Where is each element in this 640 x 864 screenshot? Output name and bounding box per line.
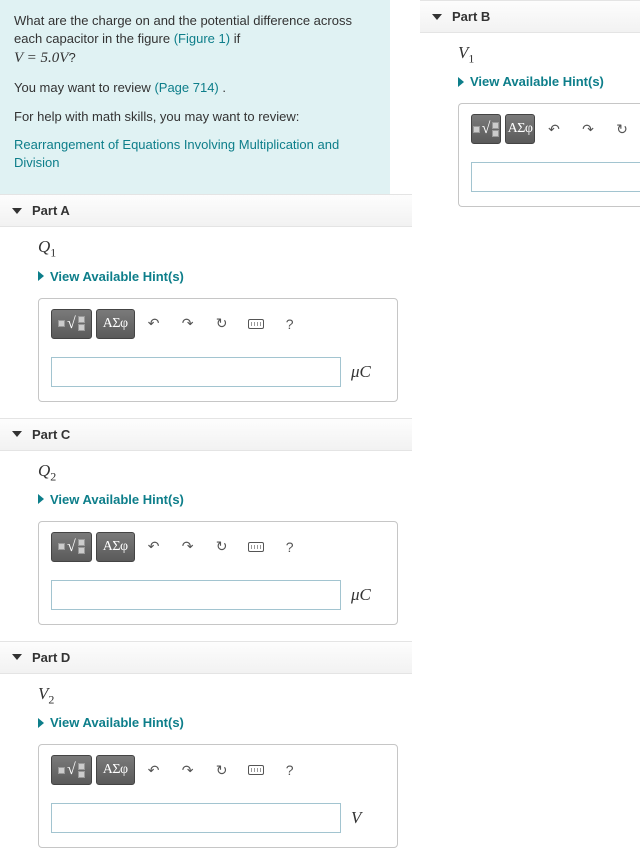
hints-toggle-d[interactable]: View Available Hint(s) (38, 715, 412, 730)
part-b-column: Part B V1 View Available Hint(s) √ ΑΣφ ↶… (420, 0, 640, 223)
toolbar-b: √ ΑΣφ ↶ ↷ ↻ (471, 114, 640, 144)
caret-down-icon (432, 14, 442, 20)
refresh-button[interactable]: ↻ (607, 114, 637, 144)
part-b-title: Part B (452, 9, 490, 24)
intro-equation: V = 5.0V (14, 50, 68, 66)
toolbar-a: √ ΑΣφ ↶ ↷ ↻ ? (51, 309, 385, 339)
undo-button[interactable]: ↶ (139, 755, 169, 785)
triangle-right-icon (38, 494, 44, 504)
keyboard-icon (248, 542, 264, 552)
part-a-variable: Q1 (38, 237, 412, 260)
part-d-body: V2 View Available Hint(s) √ ΑΣφ ↶ ↷ ↻ ? … (0, 674, 412, 864)
part-c-title: Part C (32, 427, 70, 442)
greek-button[interactable]: ΑΣφ (96, 532, 135, 562)
help-button[interactable]: ? (275, 755, 305, 785)
redo-button[interactable]: ↷ (173, 755, 203, 785)
triangle-right-icon (38, 271, 44, 281)
part-a-column: Part A Q1 View Available Hint(s) √ ΑΣφ ↶… (0, 194, 412, 417)
greek-button[interactable]: ΑΣφ (96, 755, 135, 785)
refresh-button[interactable]: ↻ (207, 755, 237, 785)
answer-box-d: √ ΑΣφ ↶ ↷ ↻ ? V (38, 744, 398, 848)
undo-button[interactable]: ↶ (139, 532, 169, 562)
intro-line1: What are the charge on and the potential… (14, 12, 376, 69)
greek-button[interactable]: ΑΣφ (96, 309, 135, 339)
part-d-title: Part D (32, 650, 70, 665)
part-b-body: V1 View Available Hint(s) √ ΑΣφ ↶ ↷ ↻ (420, 33, 640, 223)
keyboard-icon (248, 765, 264, 775)
hints-toggle-c[interactable]: View Available Hint(s) (38, 492, 412, 507)
caret-down-icon (12, 431, 22, 437)
part-c-header[interactable]: Part C (0, 418, 412, 451)
hints-label: View Available Hint(s) (470, 74, 604, 89)
hints-toggle-b[interactable]: View Available Hint(s) (458, 74, 640, 89)
part-d-column: Part D V2 View Available Hint(s) √ ΑΣφ ↶… (0, 641, 412, 864)
triangle-right-icon (38, 718, 44, 728)
unit-a: μC (351, 362, 371, 382)
intro-text2: if (230, 31, 240, 46)
caret-down-icon (12, 654, 22, 660)
hints-toggle-a[interactable]: View Available Hint(s) (38, 269, 412, 284)
keyboard-button[interactable] (241, 755, 271, 785)
answer-box-b: √ ΑΣφ ↶ ↷ ↻ (458, 103, 640, 207)
triangle-right-icon (458, 77, 464, 87)
help-button[interactable]: ? (275, 309, 305, 339)
undo-button[interactable]: ↶ (539, 114, 569, 144)
answer-input-a[interactable] (51, 357, 341, 387)
part-a-header[interactable]: Part A (0, 194, 412, 227)
fraction-root-button[interactable]: √ (471, 114, 501, 144)
part-c-column: Part C Q2 View Available Hint(s) √ ΑΣφ ↶… (0, 418, 412, 641)
unit-d: V (351, 808, 361, 828)
hints-label: View Available Hint(s) (50, 269, 184, 284)
part-c-body: Q2 View Available Hint(s) √ ΑΣφ ↶ ↷ ↻ ? … (0, 451, 412, 641)
answer-box-a: √ ΑΣφ ↶ ↷ ↻ ? μC (38, 298, 398, 402)
keyboard-button[interactable] (241, 309, 271, 339)
part-c-variable: Q2 (38, 461, 412, 484)
part-a-body: Q1 View Available Hint(s) √ ΑΣφ ↶ ↷ ↻ ? … (0, 227, 412, 417)
answer-input-b[interactable] (471, 162, 640, 192)
hints-label: View Available Hint(s) (50, 715, 184, 730)
keyboard-icon (248, 319, 264, 329)
help-link[interactable]: Rearrangement of Equations Involving Mul… (14, 137, 339, 170)
greek-button[interactable]: ΑΣφ (505, 114, 535, 144)
fraction-root-button[interactable]: √ (51, 755, 92, 785)
answer-box-c: √ ΑΣφ ↶ ↷ ↻ ? μC (38, 521, 398, 625)
answer-input-c[interactable] (51, 580, 341, 610)
keyboard-button[interactable] (241, 532, 271, 562)
fraction-root-button[interactable]: √ (51, 532, 92, 562)
page-link[interactable]: (Page 714) (154, 80, 218, 95)
help-button[interactable]: ? (275, 532, 305, 562)
problem-intro: What are the charge on and the potential… (0, 0, 390, 194)
unit-c: μC (351, 585, 371, 605)
toolbar-c: √ ΑΣφ ↶ ↷ ↻ ? (51, 532, 385, 562)
review-line: You may want to review (Page 714) . (14, 79, 376, 97)
figure-link[interactable]: (Figure 1) (174, 31, 230, 46)
refresh-button[interactable]: ↻ (207, 532, 237, 562)
caret-down-icon (12, 208, 22, 214)
redo-button[interactable]: ↷ (173, 532, 203, 562)
part-d-header[interactable]: Part D (0, 641, 412, 674)
help-line: For help with math skills, you may want … (14, 108, 376, 126)
undo-button[interactable]: ↶ (139, 309, 169, 339)
toolbar-d: √ ΑΣφ ↶ ↷ ↻ ? (51, 755, 385, 785)
part-a-title: Part A (32, 203, 70, 218)
part-b-header[interactable]: Part B (420, 0, 640, 33)
part-d-variable: V2 (38, 684, 412, 707)
redo-button[interactable]: ↷ (573, 114, 603, 144)
part-b-variable: V1 (458, 43, 640, 66)
refresh-button[interactable]: ↻ (207, 309, 237, 339)
hints-label: View Available Hint(s) (50, 492, 184, 507)
answer-input-d[interactable] (51, 803, 341, 833)
redo-button[interactable]: ↷ (173, 309, 203, 339)
fraction-root-button[interactable]: √ (51, 309, 92, 339)
